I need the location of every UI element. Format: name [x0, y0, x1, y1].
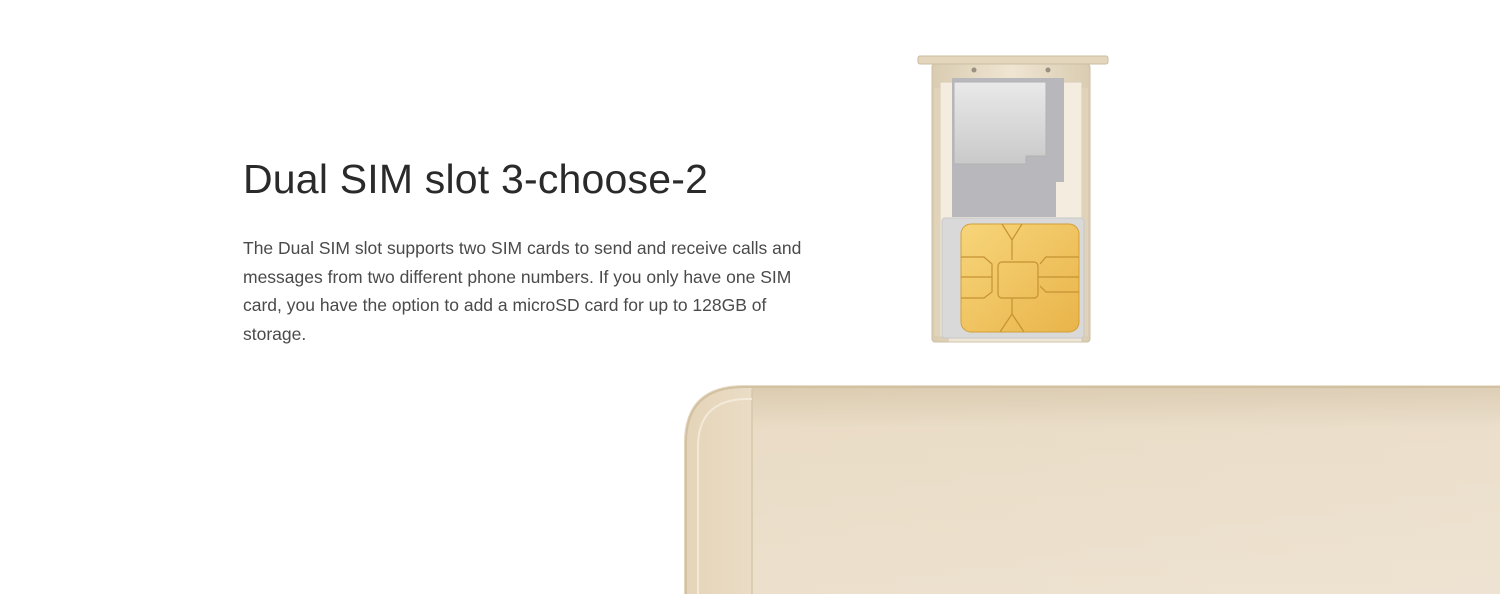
phone-corner-image	[684, 383, 1500, 594]
section-description: The Dual SIM slot supports two SIM cards…	[243, 238, 802, 344]
sim-tray-icon	[914, 52, 1114, 347]
section-title: Dual SIM slot 3-choose-2	[243, 156, 709, 202]
sim-chip-icon	[960, 223, 1080, 333]
